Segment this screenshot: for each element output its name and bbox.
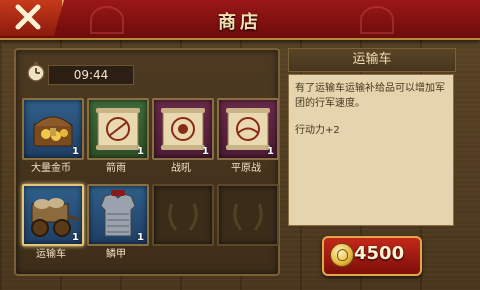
detail-description-panel: 有了运输车运输补给品可以增加军团的行军速度。 行动力+2: [288, 74, 454, 226]
item-slot-scale-armor[interactable]: 1: [87, 184, 149, 246]
item-label: 运输车: [36, 249, 66, 260]
item-label: 大量金币: [31, 163, 71, 174]
item-count: 1: [137, 232, 144, 243]
gold-coin-icon: [330, 243, 354, 267]
buy-price: 4500: [354, 243, 405, 264]
empty-slot: [152, 184, 214, 246]
empty-slot: [217, 184, 279, 246]
item-count: 1: [72, 232, 79, 243]
item-count: 1: [267, 146, 274, 157]
item-slot-plains-battle[interactable]: 1: [217, 98, 279, 160]
item-slot-warcry[interactable]: 1: [152, 98, 214, 160]
header-bar: 商店: [0, 0, 480, 40]
page-title: 商店: [218, 12, 262, 33]
clock-icon: [27, 62, 45, 82]
detail-effect: 行动力+2: [295, 125, 340, 136]
detail-title: 运输车: [288, 48, 456, 72]
laurel-placeholder-icon: [233, 203, 263, 231]
item-label: 鳞甲: [106, 249, 126, 260]
item-slot-gold[interactable]: 1: [22, 98, 84, 160]
item-slot-arrow-rain[interactable]: 1: [87, 98, 149, 160]
laurel-placeholder-icon: [168, 203, 198, 231]
item-label: 战吼: [171, 163, 191, 174]
timer-value: 09:44: [48, 65, 134, 85]
buy-button[interactable]: 4500: [322, 236, 422, 276]
item-slot-supply-wagon[interactable]: 1: [22, 184, 84, 246]
item-label: 平原战: [231, 163, 261, 174]
detail-description: 有了运输车运输补给品可以增加军团的行军速度。: [295, 83, 445, 109]
item-count: 1: [72, 146, 79, 157]
item-label: 箭雨: [106, 163, 126, 174]
item-grid-panel: 09:44 1 1 1 1 大量金币 箭雨 战吼 平原战 1 1 运输车 鳞甲: [14, 48, 280, 276]
item-count: 1: [137, 146, 144, 157]
item-count: 1: [202, 146, 209, 157]
